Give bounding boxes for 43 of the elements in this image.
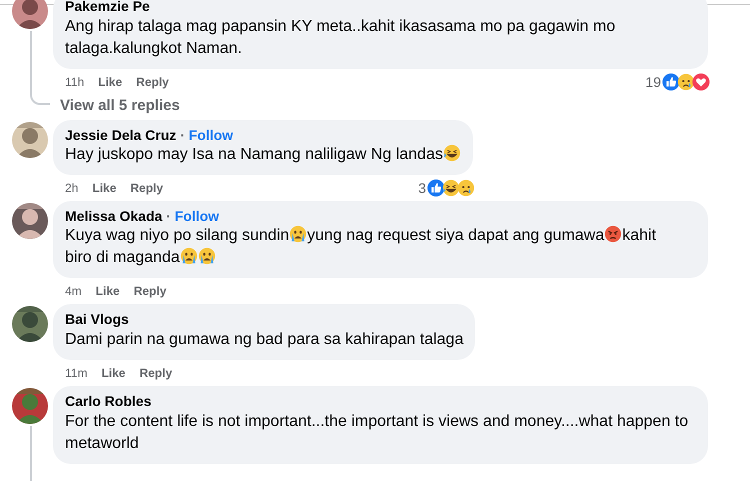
comment-text: Ang hirap talaga mag papansin KY meta..kahit ikasasama mo pa gagawin mo talaga.kalungkot Naman. xyxy=(65,18,616,57)
comment-text: Hay juskopo may Isa na Namang naliligaw Ng landas xyxy=(65,146,443,163)
author-name[interactable]: Bai Vlogs xyxy=(65,311,129,327)
separator-dot: · xyxy=(180,127,185,143)
follow-link[interactable]: Follow xyxy=(174,208,220,224)
crying-face-icon xyxy=(198,247,216,265)
like-icon xyxy=(426,179,445,197)
like-link[interactable]: Like xyxy=(96,284,120,298)
laughing-face-icon xyxy=(442,144,461,162)
reply-link[interactable]: Reply xyxy=(136,75,169,89)
timestamp[interactable]: 11m xyxy=(65,366,88,380)
like-icon xyxy=(662,73,680,91)
reply-link[interactable]: Reply xyxy=(134,284,166,298)
love-icon xyxy=(692,73,710,91)
reply-link[interactable]: Reply xyxy=(130,181,164,195)
comment-text: yung nag request siya dapat ang gumawa xyxy=(307,227,604,244)
like-link[interactable]: Like xyxy=(92,181,116,195)
view-replies-link[interactable]: View all 5 replies xyxy=(60,97,750,114)
comment-text: For the content life is not important...the important is views and money....what happen to metaworld xyxy=(65,413,688,452)
timestamp[interactable]: 2h xyxy=(65,181,78,195)
comment-text: Dami parin na gumawa ng bad para sa kahirapan talaga xyxy=(65,331,464,348)
sad-face-icon xyxy=(456,179,475,197)
comment-text: biro di maganda xyxy=(65,249,180,266)
crying-face-icon xyxy=(180,247,198,265)
comment-text: kahit xyxy=(622,227,656,244)
separator-dot: · xyxy=(166,208,171,224)
author-name[interactable]: Melissa Okada xyxy=(65,208,162,224)
reaction-count[interactable]: 19 xyxy=(645,74,661,90)
author-name[interactable]: Jessie Dela Cruz xyxy=(65,127,176,143)
author-name[interactable]: Pakemzie Pe xyxy=(65,0,150,14)
sad-face-icon xyxy=(677,73,695,91)
crying-face-icon xyxy=(289,225,308,243)
reaction-count[interactable]: 3 xyxy=(418,180,426,196)
follow-link[interactable]: Follow xyxy=(188,127,234,143)
like-link[interactable]: Like xyxy=(101,366,126,380)
angry-face-icon xyxy=(604,225,622,243)
author-name[interactable]: Carlo Robles xyxy=(65,393,152,409)
like-link[interactable]: Like xyxy=(98,75,122,89)
reply-link[interactable]: Reply xyxy=(139,366,172,380)
laughing-face-icon xyxy=(442,179,460,197)
timestamp[interactable]: 11h xyxy=(65,75,84,89)
comment-text: Kuya wag niyo po silang sundin xyxy=(65,227,290,244)
timestamp[interactable]: 4m xyxy=(65,284,82,298)
